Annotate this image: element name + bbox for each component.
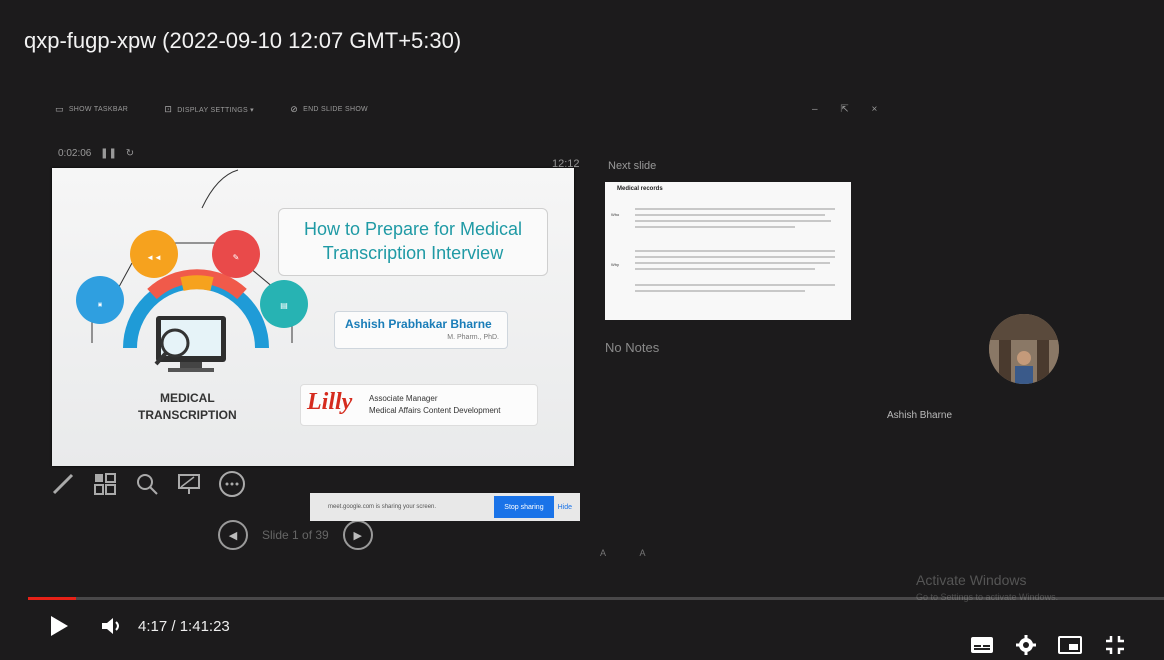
speaker-notes: No Notes [605,340,660,355]
hide-button[interactable]: Hide [558,504,580,511]
graphic-line1: MEDICAL [160,391,215,405]
next-slide-label-who: Who [611,212,620,217]
end-slideshow-label: END SLIDE SHOW [303,106,368,113]
text-line [635,208,835,210]
total-time: 1:41:23 [179,618,230,635]
end-slideshow-button[interactable]: ⊘ END SLIDE SHOW [290,104,368,115]
reset-icon[interactable]: ↻ [126,148,134,159]
restore-icon[interactable]: ⇱ [840,104,848,115]
next-slide-label-why: Why [611,262,619,267]
current-time: 4:17 [138,618,168,635]
avatar-image [989,314,1059,384]
show-taskbar-button[interactable]: ▭ SHOW TASKBAR [55,104,128,115]
zoom-icon[interactable] [134,471,160,497]
timer-value: 0:02:06 [58,148,92,159]
close-icon[interactable]: × [872,104,878,115]
display-settings-button[interactable]: ⊡ DISPLAY SETTINGS ▾ [164,104,254,115]
author-degree: M. Pharm., PhD. [447,334,499,341]
next-slide-button[interactable]: ▶ [342,520,373,550]
next-slide-label: Next slide [608,160,657,172]
author-name: Ashish Prabhakar Bharne [345,317,492,331]
minimize-icon[interactable]: – [812,104,818,115]
svg-text:✎: ✎ [233,253,240,262]
next-slide-thumbnail[interactable]: Medical records Who Why [605,182,851,320]
screen-share-bar: meet.google.com is sharing your screen. … [310,493,580,521]
settings-gear-icon[interactable] [1016,635,1036,655]
screen-pointer-icon[interactable] [176,471,202,497]
slide-grid-icon[interactable] [92,471,118,497]
volume-icon[interactable] [100,616,124,636]
slide-title-line2: Transcription Interview [322,243,504,263]
slide-navigation: ◀ Slide 1 of 39 ▶ [218,520,373,550]
chevron-left-icon: ◀ [228,529,238,542]
play-icon[interactable] [48,614,70,638]
pause-icon[interactable]: ❚❚ [100,148,117,159]
time-separator: / [171,618,180,635]
chevron-right-icon: ▶ [353,529,362,542]
svg-text:▤: ▤ [280,301,288,310]
participant-name: Ashish Bharne [887,410,953,421]
slide-title-line1: How to Prepare for Medical [303,219,523,239]
share-message: meet.google.com is sharing your screen. [328,504,437,510]
more-options-icon[interactable] [218,470,246,498]
display-settings-label: DISPLAY SETTINGS ▾ [177,106,254,114]
slide-tools [50,470,246,498]
previous-slide-button[interactable]: ◀ [218,520,248,550]
window-controls: – ⇱ × [812,104,897,115]
exit-fullscreen-icon[interactable] [1104,634,1126,656]
show-taskbar-label: SHOW TASKBAR [68,106,129,113]
text-line [635,290,805,292]
text-line [635,214,825,216]
presentation-timer: 0:02:06 ❚❚ ↻ [58,148,140,159]
role-line2: Medical Affairs Content Development [369,406,501,415]
text-line [635,256,835,258]
svg-text:▣: ▣ [98,302,103,308]
medical-transcription-label: MEDICAL TRANSCRIPTION [138,390,237,424]
stop-sharing-button[interactable]: Stop sharing [494,496,554,518]
company-box: Lilly Associate Manager Medical Affairs … [300,384,538,426]
pen-icon[interactable] [50,471,76,497]
text-line [635,262,830,264]
slide-counter: Slide 1 of 39 [262,528,329,542]
video-progress-track[interactable] [28,597,1164,600]
video-progress-fill [28,597,76,600]
taskbar-icon: ▭ [55,104,64,114]
display-icon: ⊡ [164,104,173,114]
svg-text:◄◄: ◄◄ [146,253,162,262]
end-icon: ⊘ [290,104,299,114]
activate-windows-title: Activate Windows [916,572,1027,588]
time-display: 4:17 / 1:41:23 [138,618,230,635]
role-line1: Associate Manager [369,394,438,403]
text-line [635,284,835,286]
player-right-controls [970,634,1126,656]
font-size-controls[interactable]: A A [600,548,662,558]
graphic-line2: TRANSCRIPTION [138,408,237,422]
miniplayer-icon[interactable] [1058,636,1082,654]
text-line [635,268,815,270]
current-slide: ▣ ◄◄ ✎ ▤ How to Prepare for Medical Tran… [52,168,574,466]
captions-icon[interactable] [970,636,994,654]
author-box: Ashish Prabhakar Bharne M. Pharm., PhD. [334,311,508,349]
participant-avatar [989,314,1059,384]
video-title: qxp-fugp-xpw (2022-09-10 12:07 GMT+5:30) [24,28,462,53]
lilly-logo: Lilly [307,389,353,415]
presenter-toolbar: ▭ SHOW TASKBAR ⊡ DISPLAY SETTINGS ▾ ⊘ EN… [55,104,402,115]
text-line [635,220,831,222]
next-slide-title: Medical records [617,186,663,192]
slide-title-box: How to Prepare for Medical Transcription… [278,208,548,276]
text-line [635,250,835,252]
text-line [635,226,795,228]
